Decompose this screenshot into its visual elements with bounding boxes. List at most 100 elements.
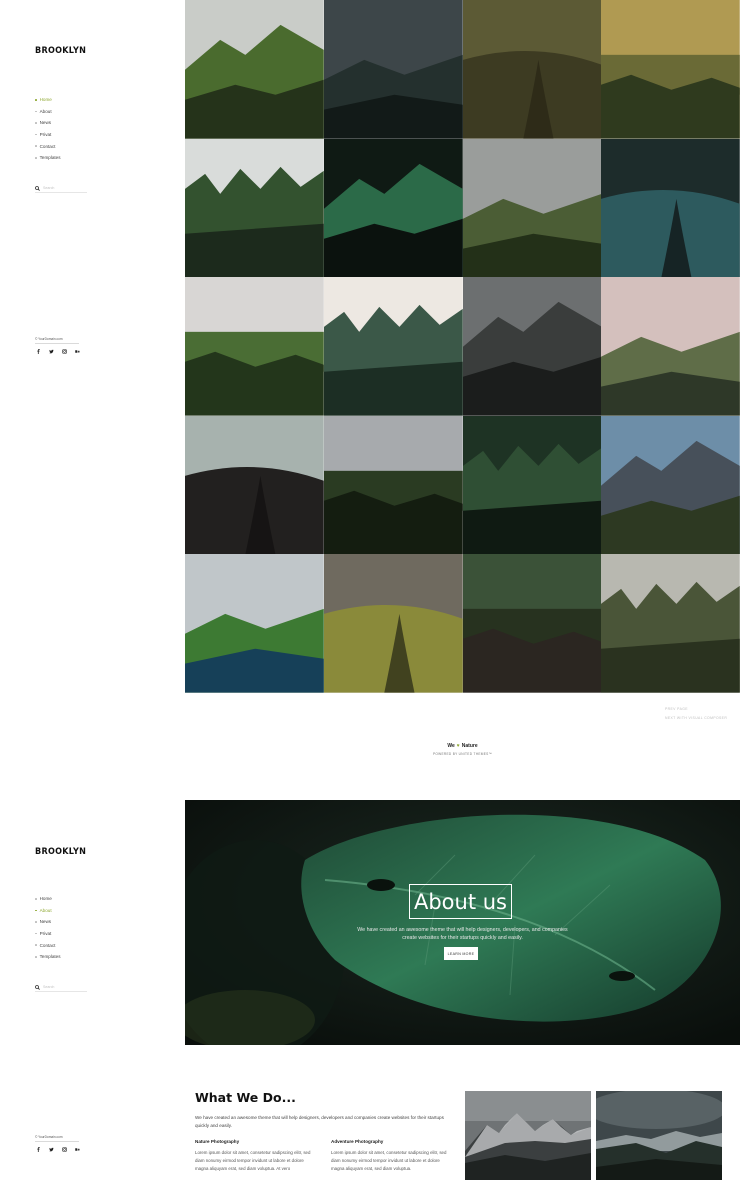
sidebar-about: BROOKLYN Home About News Privat Contact … bbox=[0, 800, 185, 1180]
learn-more-button[interactable]: LEARN MORE bbox=[444, 947, 478, 960]
gallery-tile[interactable] bbox=[601, 554, 740, 693]
service-title: Adventure Photography bbox=[331, 1139, 384, 1144]
gallery-tile[interactable] bbox=[462, 138, 602, 278]
bullet-icon bbox=[35, 955, 37, 958]
gallery-tile[interactable] bbox=[462, 554, 602, 693]
service-title: Nature Photography bbox=[195, 1139, 240, 1144]
section-intro: We have created an awesome theme that wi… bbox=[195, 1115, 444, 1128]
search-box bbox=[35, 983, 87, 992]
nav-item-privat[interactable]: Privat bbox=[35, 129, 61, 141]
landscape-image bbox=[323, 138, 463, 278]
leaf-background-image bbox=[185, 800, 740, 1045]
instagram-icon[interactable] bbox=[61, 1146, 67, 1152]
bullet-icon bbox=[35, 110, 37, 113]
nav-item-home[interactable]: Home bbox=[35, 94, 61, 106]
nav-item-news[interactable]: News bbox=[35, 916, 61, 928]
gallery-tile[interactable] bbox=[462, 0, 602, 139]
main-nav: Home About News Privat Contact Templates bbox=[35, 94, 61, 164]
stormy-range-image bbox=[596, 1091, 722, 1180]
twitter-icon[interactable] bbox=[48, 1146, 54, 1152]
nav-item-contact[interactable]: Contact bbox=[35, 140, 61, 152]
bullet-icon bbox=[35, 122, 37, 124]
search-icon[interactable] bbox=[35, 185, 40, 191]
landscape-image bbox=[323, 415, 463, 555]
gallery-tile[interactable] bbox=[601, 0, 740, 139]
heart-icon: ♥ bbox=[456, 743, 460, 749]
social-links bbox=[35, 1146, 80, 1152]
service-columns: Nature Photography Lorem ipsum dolor sit… bbox=[195, 1139, 455, 1173]
photo-snowy-peaks[interactable] bbox=[465, 1091, 591, 1180]
search-icon[interactable] bbox=[35, 984, 40, 990]
bullet-icon bbox=[35, 156, 37, 159]
prev-page-link[interactable]: PREV PAGE bbox=[665, 707, 688, 711]
landscape-image bbox=[462, 138, 602, 278]
nav-item-contact[interactable]: Contact bbox=[35, 939, 61, 951]
search-input[interactable] bbox=[43, 186, 83, 190]
gallery-tile[interactable] bbox=[185, 277, 324, 416]
gallery-tile[interactable] bbox=[601, 277, 740, 416]
bullet-icon bbox=[35, 909, 37, 912]
photo-stormy-range[interactable] bbox=[596, 1091, 722, 1180]
gallery-tile[interactable] bbox=[323, 554, 463, 693]
copyright: © YourDomain.com bbox=[35, 337, 79, 344]
gallery-tile[interactable] bbox=[601, 138, 740, 278]
gallery-tile[interactable] bbox=[323, 138, 463, 278]
landscape-image bbox=[601, 415, 740, 555]
gallery-tile[interactable] bbox=[185, 138, 324, 278]
social-links bbox=[35, 348, 80, 354]
nav-item-about[interactable]: About bbox=[35, 106, 61, 118]
twitter-icon[interactable] bbox=[48, 348, 54, 354]
gallery-tile[interactable] bbox=[462, 415, 602, 555]
behance-icon[interactable] bbox=[74, 1146, 80, 1152]
bullet-icon bbox=[35, 99, 37, 101]
landscape-image bbox=[462, 554, 602, 693]
landscape-image bbox=[601, 138, 740, 278]
copyright: © YourDomain.com bbox=[35, 1135, 79, 1142]
nav-item-news[interactable]: News bbox=[35, 117, 61, 129]
landscape-image bbox=[185, 0, 324, 139]
gallery-tile[interactable] bbox=[185, 0, 324, 139]
service-text: Lorem ipsum dolor sit amet, consetetur s… bbox=[195, 1150, 311, 1171]
powered-by[interactable]: POWERED BY UNITED THEMES™ bbox=[185, 752, 740, 756]
nav-item-home[interactable]: Home bbox=[35, 893, 61, 905]
brand-logo[interactable]: BROOKLYN bbox=[35, 46, 86, 56]
brand-logo[interactable]: BROOKLYN bbox=[35, 847, 86, 857]
section-heading: What We Do... bbox=[195, 1090, 296, 1105]
bullet-icon bbox=[35, 145, 37, 147]
landscape-image bbox=[601, 0, 740, 139]
bullet-icon bbox=[35, 898, 37, 900]
instagram-icon[interactable] bbox=[61, 348, 67, 354]
gallery-tile[interactable] bbox=[323, 277, 463, 416]
nav-item-about[interactable]: About bbox=[35, 905, 61, 917]
main-nav: Home About News Privat Contact Templates bbox=[35, 893, 61, 963]
gallery-tile[interactable] bbox=[601, 415, 740, 555]
gallery-tile[interactable] bbox=[323, 415, 463, 555]
landscape-image bbox=[462, 415, 602, 555]
nav-item-templates[interactable]: Templates bbox=[35, 951, 61, 963]
landscape-image bbox=[185, 138, 324, 278]
landscape-image bbox=[185, 415, 324, 555]
landscape-image bbox=[323, 554, 463, 693]
gallery-tile[interactable] bbox=[462, 277, 602, 416]
nav-item-templates[interactable]: Templates bbox=[35, 152, 61, 164]
service-adventure: Adventure Photography Lorem ipsum dolor … bbox=[331, 1139, 447, 1173]
about-description: We have created an awesome theme that wi… bbox=[357, 927, 568, 942]
what-we-do-section: What We Do... We have created an awesome… bbox=[195, 1090, 455, 1173]
landscape-image bbox=[323, 0, 463, 139]
gallery-tile[interactable] bbox=[185, 554, 324, 693]
footer: We ♥ Nature POWERED BY UNITED THEMES™ bbox=[185, 743, 740, 756]
nav-item-privat[interactable]: Privat bbox=[35, 928, 61, 940]
landscape-image bbox=[323, 277, 463, 416]
facebook-icon[interactable] bbox=[35, 1146, 41, 1152]
about-title: About us bbox=[409, 884, 512, 919]
landscape-image bbox=[462, 277, 602, 416]
search-input[interactable] bbox=[43, 985, 83, 989]
next-page-link[interactable]: NEXT WITH VISUAL COMPOSER bbox=[665, 716, 727, 720]
service-text: Lorem ipsum dolor sit amet, consetetur s… bbox=[331, 1150, 447, 1171]
behance-icon[interactable] bbox=[74, 348, 80, 354]
gallery-tile[interactable] bbox=[185, 415, 324, 555]
gallery-tile[interactable] bbox=[323, 0, 463, 139]
facebook-icon[interactable] bbox=[35, 348, 41, 354]
footer-tagline: We ♥ Nature bbox=[447, 743, 478, 749]
bullet-icon bbox=[35, 932, 37, 935]
